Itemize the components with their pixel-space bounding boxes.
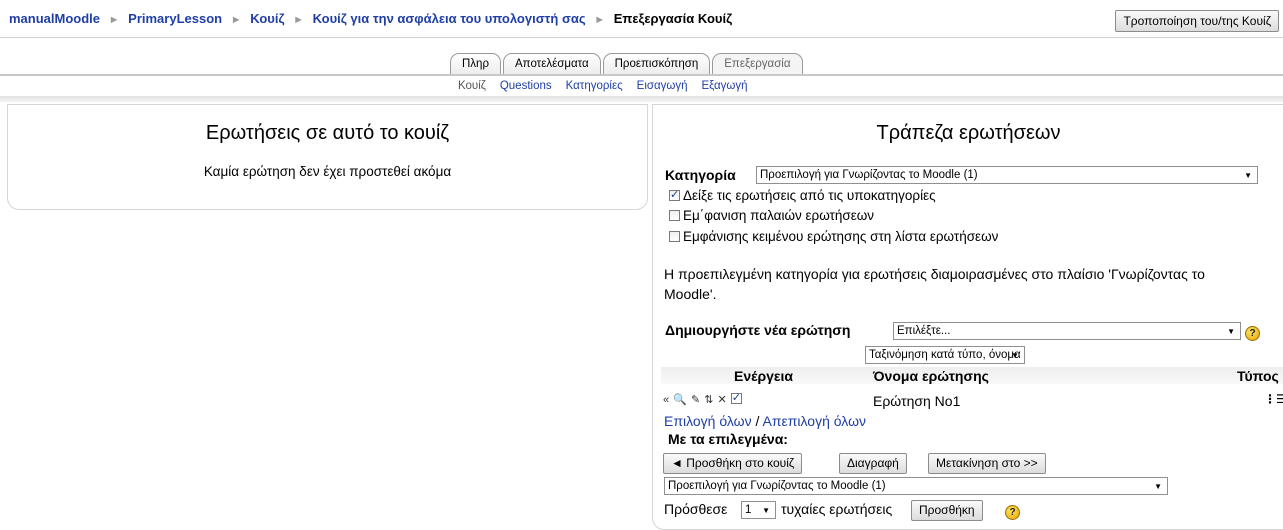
quiz-questions-title: Ερωτήσεις σε αυτό το κουίζ <box>205 122 450 144</box>
selection-links: Επιλογή όλων / Απεπιλογή όλων <box>664 413 866 429</box>
breadcrumb-link-lesson[interactable]: PrimaryLesson <box>128 11 222 26</box>
tab-edit[interactable]: Επεξεργασία <box>712 53 803 75</box>
checkbox-question-text[interactable] <box>669 231 680 242</box>
question-name: Ερώτηση Νο1 <box>873 393 961 409</box>
breadcrumb-link-quizzes[interactable]: Κουίζ <box>250 11 284 26</box>
option-old-questions[interactable]: Εμ΄φανιση παλαιών ερωτήσεων <box>669 208 874 223</box>
breadcrumb-current: Επεξεργασία Κουίζ <box>613 11 733 26</box>
create-question-select-value: Επιλέξτε... <box>897 325 951 337</box>
chevron-down-icon: ▼ <box>1154 482 1162 491</box>
sort-select[interactable]: Ταξινόμηση κατά τύπο, όνομα ▼ <box>865 346 1025 364</box>
create-question-select[interactable]: Επιλέξτε... ▼ <box>893 322 1241 340</box>
category-select-value: Προεπιλογή για Γνωρίζοντας το Moodle (1) <box>760 169 978 181</box>
move-target-select[interactable]: Προεπιλογή για Γνωρίζοντας το Moodle (1)… <box>664 477 1168 495</box>
category-select[interactable]: Προεπιλογή για Γνωρίζοντας το Moodle (1)… <box>756 166 1258 184</box>
move-icon[interactable]: ⇅ <box>704 394 713 406</box>
help-icon[interactable]: ? <box>1245 324 1260 341</box>
chevron-down-icon: ▼ <box>1011 351 1019 360</box>
tab-info[interactable]: Πληρ <box>450 53 501 75</box>
delete-button[interactable]: Διαγραφή <box>839 453 907 474</box>
no-questions-message: Καμία ερώτηση δεν έχει προστεθεί ακόμα <box>203 164 452 179</box>
move-target-select-value: Προεπιλογή για Γνωρίζοντας το Moodle (1) <box>668 480 886 492</box>
sort-select-value: Ταξινόμηση κατά τύπο, όνομα <box>869 349 1021 361</box>
breadcrumb-separator-icon: ► <box>230 14 242 26</box>
tab-results[interactable]: Αποτελέσματα <box>503 53 601 75</box>
move-to-button[interactable]: Μετακίνηση στο >> <box>928 453 1046 474</box>
random-prefix: Πρόσθεσε <box>664 501 728 517</box>
breadcrumb-separator-icon: ► <box>108 14 120 26</box>
subtab-shadow <box>0 96 1283 102</box>
breadcrumb-link-quiz[interactable]: Κουίζ για την ασφάλεια του υπολογιστή σα… <box>313 11 586 26</box>
column-question-name[interactable]: Όνομα ερώτησης <box>873 368 989 384</box>
add-to-quiz-icon[interactable]: « <box>663 394 669 406</box>
header-divider <box>0 37 1283 38</box>
checkbox-old-questions[interactable] <box>669 210 680 221</box>
subtab-quiz[interactable]: Κουίζ <box>458 80 486 92</box>
tab-bar: Πληρ Αποτελέσματα Προεπισκόπηση Επεξεργα… <box>0 53 1283 75</box>
chevron-down-icon: ▼ <box>1227 327 1235 336</box>
update-quiz-button[interactable]: Τροποποίηση του/της Κουίζ <box>1115 10 1279 32</box>
breadcrumb-separator-icon: ► <box>594 14 606 26</box>
option-subcategories[interactable]: Δείξε τις ερωτήσεις από τις υποκατηγορίε… <box>669 188 936 203</box>
option-subcategories-label: Δείξε τις ερωτήσεις από τις υποκατηγορίε… <box>683 188 936 203</box>
subtab-import[interactable]: Εισαγωγή <box>637 80 688 92</box>
breadcrumb-separator-icon: ► <box>293 14 304 26</box>
question-bank-title: Τράπεζα ερωτήσεων <box>876 122 1061 144</box>
column-action: Ενέργεια <box>734 368 794 384</box>
delete-icon[interactable]: ✕ <box>718 394 727 406</box>
create-question-label: Δημιουργήστε νέα ερώτηση <box>665 322 851 338</box>
option-question-text-label: Εμφάνισης κειμένου ερώτησης στη λίστα ερ… <box>683 229 999 244</box>
chevron-down-icon: ▼ <box>1244 171 1252 180</box>
random-count-select[interactable]: 1 ▼ <box>741 501 776 519</box>
subtab-bar: Κουίζ Questions Κατηγορίες Εισαγωγή Εξαγ… <box>0 80 1283 96</box>
deselect-all-link[interactable]: Απεπιλογή όλων <box>763 413 867 429</box>
quiz-questions-panel: Ερωτήσεις σε αυτό το κουίζ Καμία ερώτηση… <box>7 104 648 210</box>
help-icon[interactable]: ? <box>1005 503 1020 520</box>
question-select-checkbox[interactable] <box>730 391 742 404</box>
with-selected-label: Με τα επιλεγμένα: <box>668 431 788 447</box>
random-suffix: τυχαίες ερωτήσεις <box>781 501 893 517</box>
subtab-questions[interactable]: Questions <box>500 80 552 92</box>
option-question-text[interactable]: Εμφάνισης κειμένου ερώτησης στη λίστα ερ… <box>669 229 998 244</box>
breadcrumb: manualMoodle ► PrimaryLesson ► Κουίζ ► Κ… <box>9 11 732 26</box>
option-old-questions-label: Εμ΄φανιση παλαιών ερωτήσεων <box>683 208 875 223</box>
breadcrumb-link-course[interactable]: manualMoodle <box>9 11 100 26</box>
select-all-link[interactable]: Επιλογή όλων <box>664 413 752 429</box>
checkbox-subcategories[interactable] <box>669 188 680 201</box>
subtab-categories[interactable]: Κατηγορίες <box>566 80 623 92</box>
top-bar: manualMoodle ► PrimaryLesson ► Κουίζ ► Κ… <box>0 0 1283 36</box>
random-count-value: 1 <box>745 504 752 516</box>
add-random-button[interactable]: Προσθήκη <box>911 500 983 521</box>
column-type[interactable]: Τύπος <box>1237 368 1279 384</box>
table-row: « 🔍 ✎ ⇅ ✕ <box>663 391 742 406</box>
multiple-choice-type-icon: ⋮☰ <box>1264 392 1283 406</box>
edit-icon[interactable]: ✎ <box>691 394 700 406</box>
category-description-line2: Moodle'. <box>664 286 717 302</box>
subtab-export[interactable]: Εξαγωγή <box>702 80 748 92</box>
category-label: Κατηγορία <box>665 167 736 183</box>
category-description-line1: Η προεπιλεγμένη κατηγορία για ερωτήσεις … <box>664 266 1205 282</box>
tab-underline <box>0 74 1283 76</box>
selection-links-separator: / <box>755 413 760 429</box>
tab-preview[interactable]: Προεπισκόπηση <box>602 53 711 75</box>
add-to-quiz-button[interactable]: ◄ Προσθήκη στο κουίζ <box>663 453 803 474</box>
chevron-down-icon: ▼ <box>762 506 770 515</box>
preview-icon[interactable]: 🔍 <box>673 394 687 406</box>
